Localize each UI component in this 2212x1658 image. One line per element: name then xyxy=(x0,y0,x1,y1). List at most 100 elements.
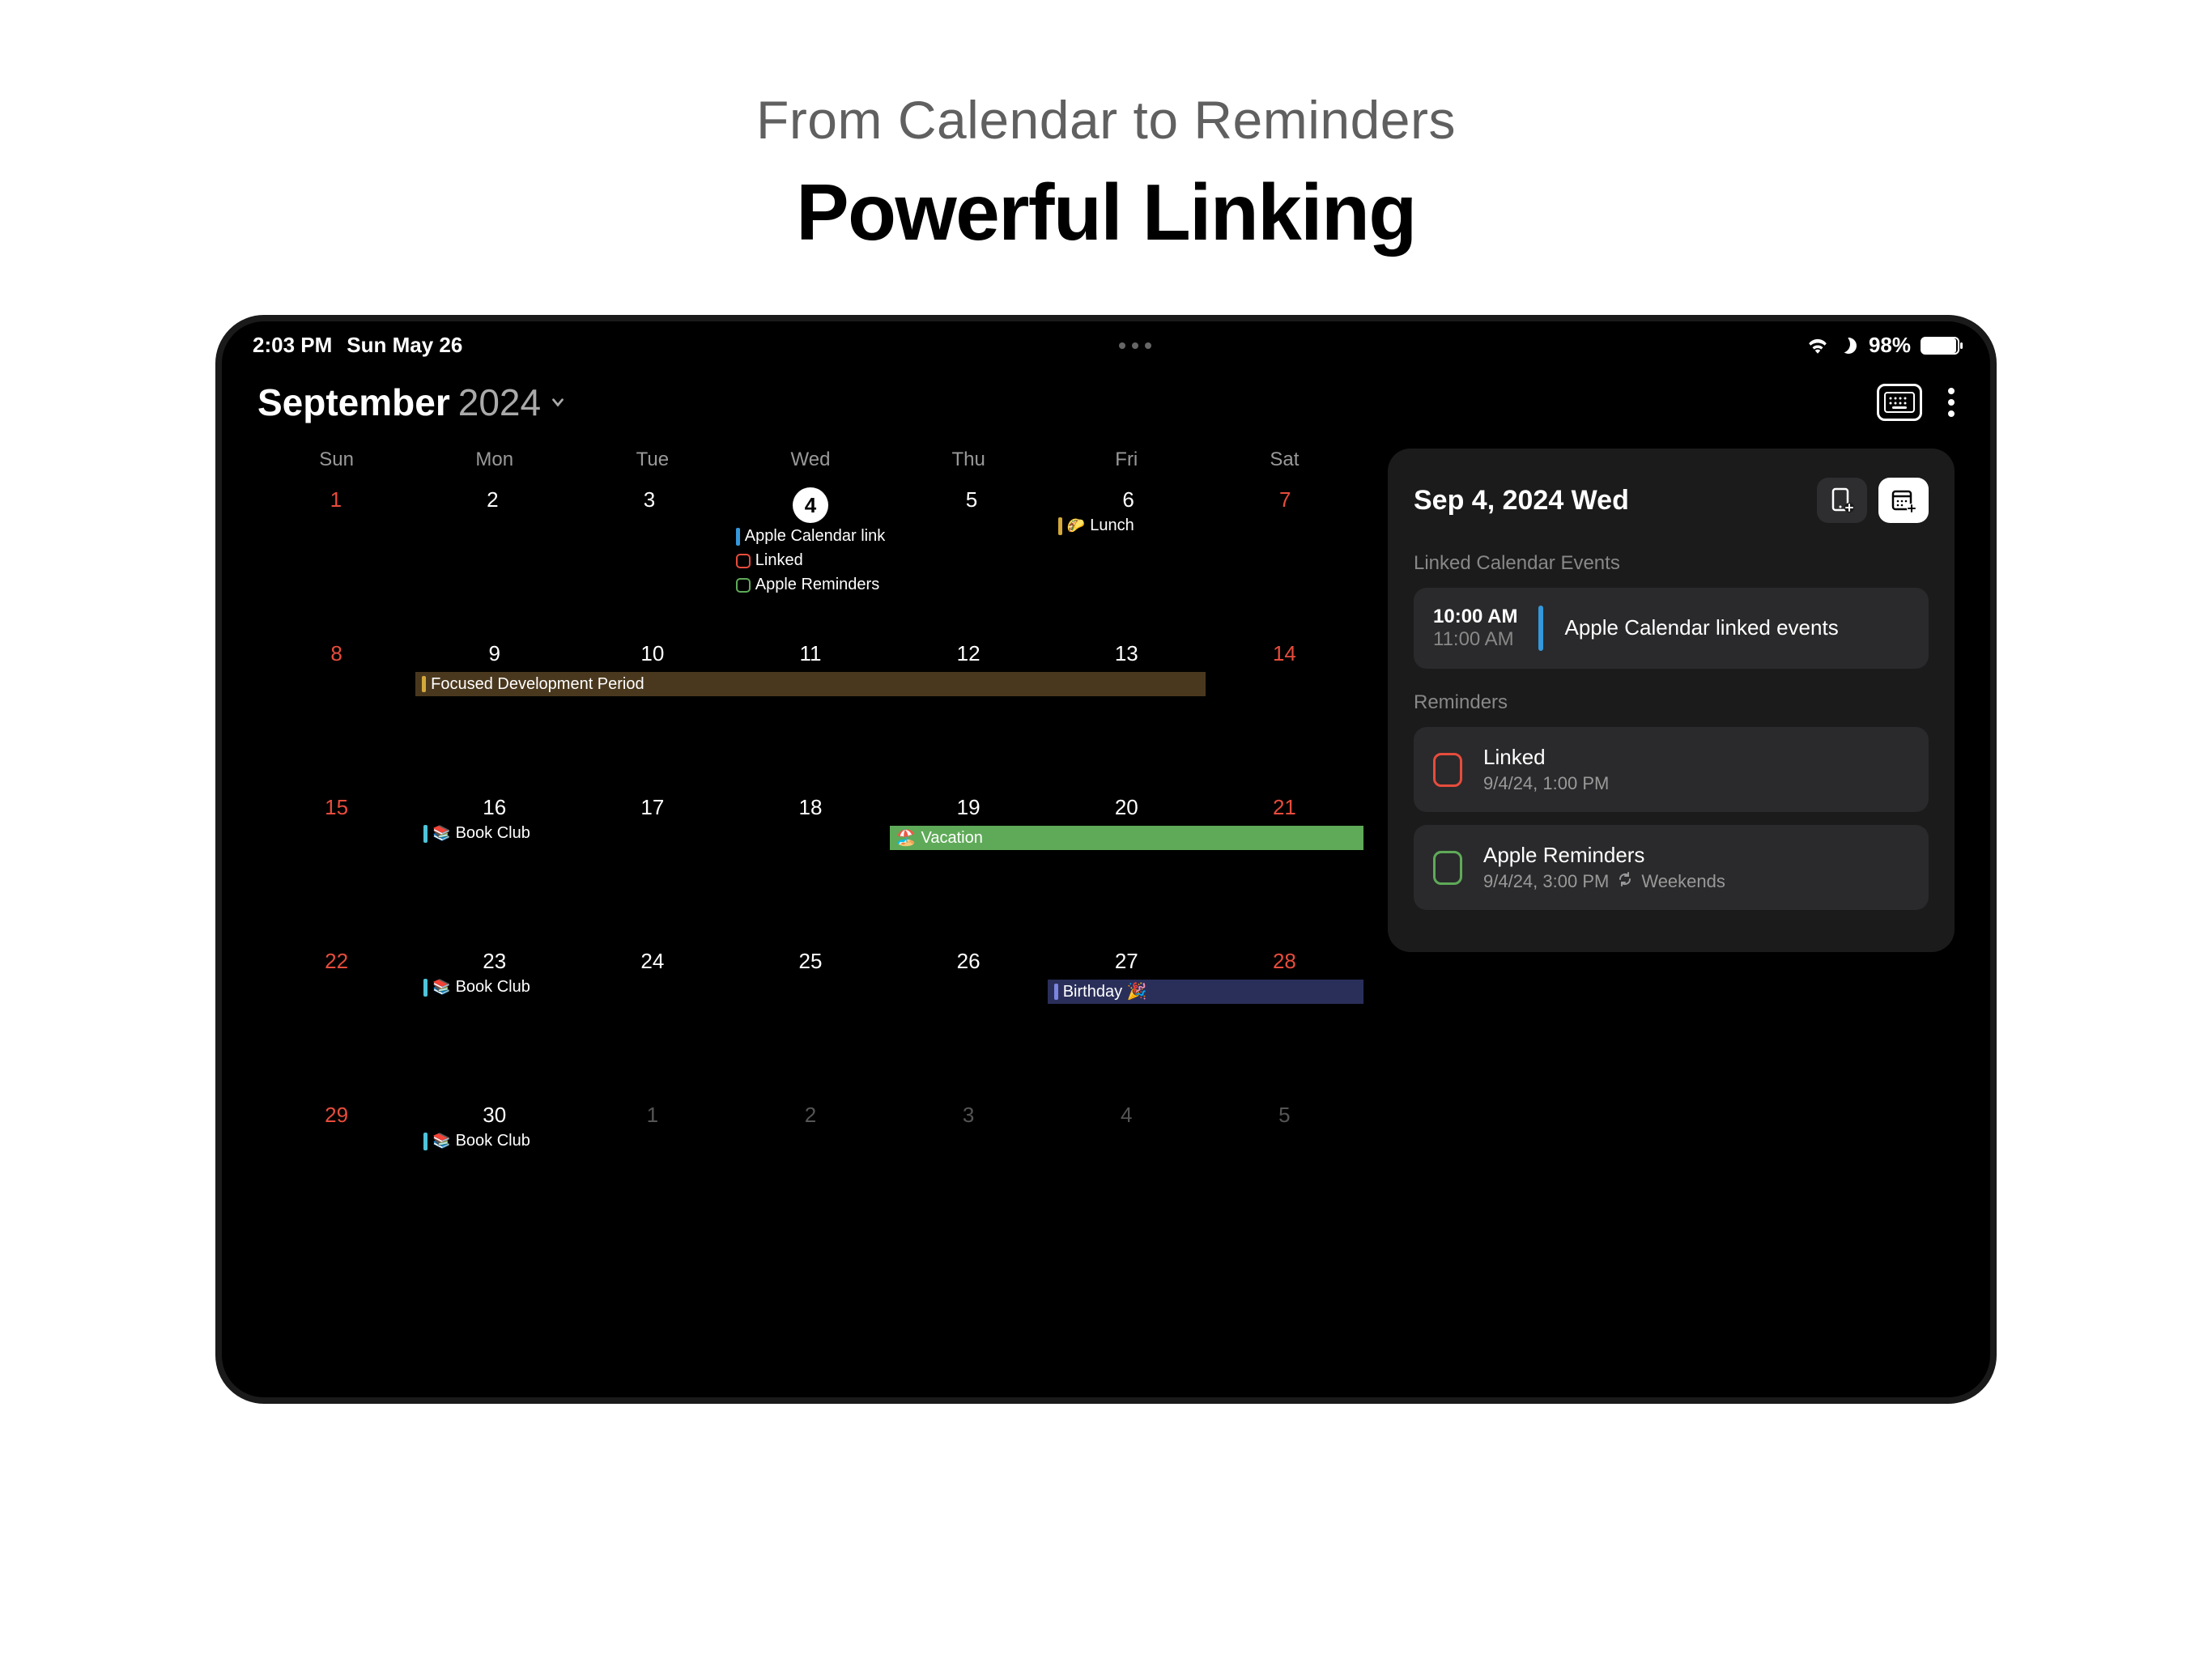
day-cell[interactable]: 4 Apple Calendar link Linked Apple Reminder… xyxy=(728,481,893,635)
span-event-label: Birthday 🎉 xyxy=(1063,980,1147,1004)
day-cell[interactable]: 15 xyxy=(257,789,415,942)
marketing-subtitle: From Calendar to Reminders xyxy=(0,89,2212,151)
weekday-label: Tue xyxy=(573,449,731,471)
event-start-time: 10:00 AM xyxy=(1433,606,1517,628)
ipad-frame: 2:03 PM Sun May 26 98% September 2024 xyxy=(215,315,1997,1404)
event-chip[interactable]: Apple Reminders xyxy=(731,574,890,596)
day-cell[interactable]: 18 xyxy=(731,789,889,942)
event-chip[interactable]: Linked xyxy=(731,550,890,572)
weekday-row: SunMonTueWedThuFriSat xyxy=(257,449,1363,481)
day-cell[interactable]: 2 xyxy=(415,481,572,635)
day-number: 16 xyxy=(415,795,573,820)
day-cell[interactable]: 5 xyxy=(893,481,1050,635)
multi-day-event[interactable]: Focused Development Period xyxy=(415,672,1206,696)
day-cell[interactable]: 20 xyxy=(1048,789,1206,942)
event-label: Linked xyxy=(755,551,803,570)
reminder-checkbox[interactable] xyxy=(1433,851,1462,885)
day-cell[interactable]: 26 xyxy=(890,942,1048,1096)
linked-event-card[interactable]: 10:00 AM 11:00 AM Apple Calendar linked … xyxy=(1414,588,1929,669)
reminder-checkbox[interactable] xyxy=(1433,753,1462,787)
day-cell[interactable]: 23📚Book Club xyxy=(415,942,573,1096)
weekday-label: Thu xyxy=(890,449,1048,471)
day-cell[interactable]: 14 xyxy=(1206,635,1363,789)
day-cell[interactable]: 7 xyxy=(1206,481,1363,635)
event-chip[interactable]: 📚Book Club xyxy=(419,976,570,998)
day-cell[interactable]: 30📚Book Club xyxy=(415,1096,573,1250)
event-label: Apple Calendar link xyxy=(745,527,885,546)
more-button[interactable] xyxy=(1948,388,1955,417)
panel-date: Sep 4, 2024 Wed xyxy=(1414,485,1629,517)
add-calendar-button[interactable] xyxy=(1878,478,1929,523)
event-chip[interactable]: 📚Book Club xyxy=(419,823,570,844)
linked-events-label: Linked Calendar Events xyxy=(1414,552,1929,575)
event-color-bar xyxy=(1538,606,1543,651)
day-cell[interactable]: 12 xyxy=(890,635,1048,789)
day-number: 19 xyxy=(890,795,1048,820)
reminder-card[interactable]: Linked9/4/24, 1:00 PM xyxy=(1414,727,1929,812)
day-number: 10 xyxy=(573,641,731,666)
day-number: 9 xyxy=(415,641,573,666)
day-cell[interactable]: 10 xyxy=(573,635,731,789)
day-cell[interactable]: 4 xyxy=(1048,1096,1206,1250)
day-cell[interactable]: 17 xyxy=(573,789,731,942)
day-cell[interactable]: 21 xyxy=(1206,789,1363,942)
app-header: September 2024 xyxy=(222,364,1990,432)
day-cell[interactable]: 8 xyxy=(257,635,415,789)
battery-icon xyxy=(1921,337,1959,355)
calendar-grid: SunMonTueWedThuFriSat 1234Apple Calendar… xyxy=(257,449,1363,1250)
multi-day-event[interactable]: Birthday 🎉 xyxy=(1048,980,1363,1004)
day-cell[interactable]: 27 xyxy=(1048,942,1206,1096)
day-cell[interactable]: 29 xyxy=(257,1096,415,1250)
day-cell[interactable]: 24 xyxy=(573,942,731,1096)
day-cell[interactable]: 22 xyxy=(257,942,415,1096)
multi-day-event[interactable]: 🏖️Vacation xyxy=(890,826,1363,850)
day-number: 26 xyxy=(890,949,1048,974)
add-note-button[interactable] xyxy=(1817,478,1867,523)
day-number: 28 xyxy=(1206,949,1363,974)
reminder-title: Apple Reminders xyxy=(1483,843,1725,868)
day-cell[interactable]: 1 xyxy=(257,481,415,635)
weeks-container: 1234Apple Calendar linkLinkedApple Remin… xyxy=(257,481,1363,1250)
day-cell[interactable]: 11 xyxy=(731,635,889,789)
day-cell[interactable]: 3 xyxy=(571,481,728,635)
day-number: 5 xyxy=(1206,1103,1363,1128)
day-cell[interactable]: 19 xyxy=(890,789,1048,942)
repeat-icon xyxy=(1617,871,1633,892)
day-cell[interactable]: 9 xyxy=(415,635,573,789)
reminder-card[interactable]: Apple Reminders 9/4/24, 3:00 PMWeekends xyxy=(1414,825,1929,910)
day-cell[interactable]: 13 xyxy=(1048,635,1206,789)
day-number: 15 xyxy=(257,795,415,820)
event-label: Book Club xyxy=(456,1132,530,1150)
marketing-title: Powerful Linking xyxy=(0,167,2212,258)
status-time: 2:03 PM xyxy=(253,333,332,358)
event-chip[interactable]: Apple Calendar link xyxy=(731,525,890,547)
event-end-time: 11:00 AM xyxy=(1433,628,1517,651)
weekday-label: Sat xyxy=(1206,449,1363,471)
day-number: 4 xyxy=(793,487,828,523)
day-number: 13 xyxy=(1048,641,1206,666)
day-cell[interactable]: 2 xyxy=(731,1096,889,1250)
tablet-plus-icon xyxy=(1828,487,1856,514)
year-label: 2024 xyxy=(458,380,541,424)
multitask-dots[interactable] xyxy=(1119,342,1151,349)
day-number: 2 xyxy=(731,1103,889,1128)
event-chip[interactable]: 🌮Lunch xyxy=(1053,515,1204,537)
day-cell[interactable]: 6🌮Lunch xyxy=(1050,481,1207,635)
day-cell[interactable]: 5 xyxy=(1206,1096,1363,1250)
month-label: September xyxy=(257,380,450,424)
week-row: 1516 📚Book Club1718192021🏖️Vacation xyxy=(257,789,1363,942)
day-cell[interactable]: 3 xyxy=(890,1096,1048,1250)
keyboard-button[interactable] xyxy=(1877,384,1922,421)
day-number: 3 xyxy=(571,487,728,512)
day-number: 7 xyxy=(1206,487,1363,512)
day-number: 5 xyxy=(893,487,1050,512)
day-cell[interactable]: 25 xyxy=(731,942,889,1096)
day-cell[interactable]: 28 xyxy=(1206,942,1363,1096)
reminder-meta: 9/4/24, 3:00 PMWeekends xyxy=(1483,871,1725,892)
day-number: 22 xyxy=(257,949,415,974)
day-number: 8 xyxy=(257,641,415,666)
day-cell[interactable]: 16 📚Book Club xyxy=(415,789,573,942)
month-picker[interactable]: September 2024 xyxy=(257,380,567,424)
day-cell[interactable]: 1 xyxy=(573,1096,731,1250)
event-chip[interactable]: 📚Book Club xyxy=(419,1130,570,1152)
